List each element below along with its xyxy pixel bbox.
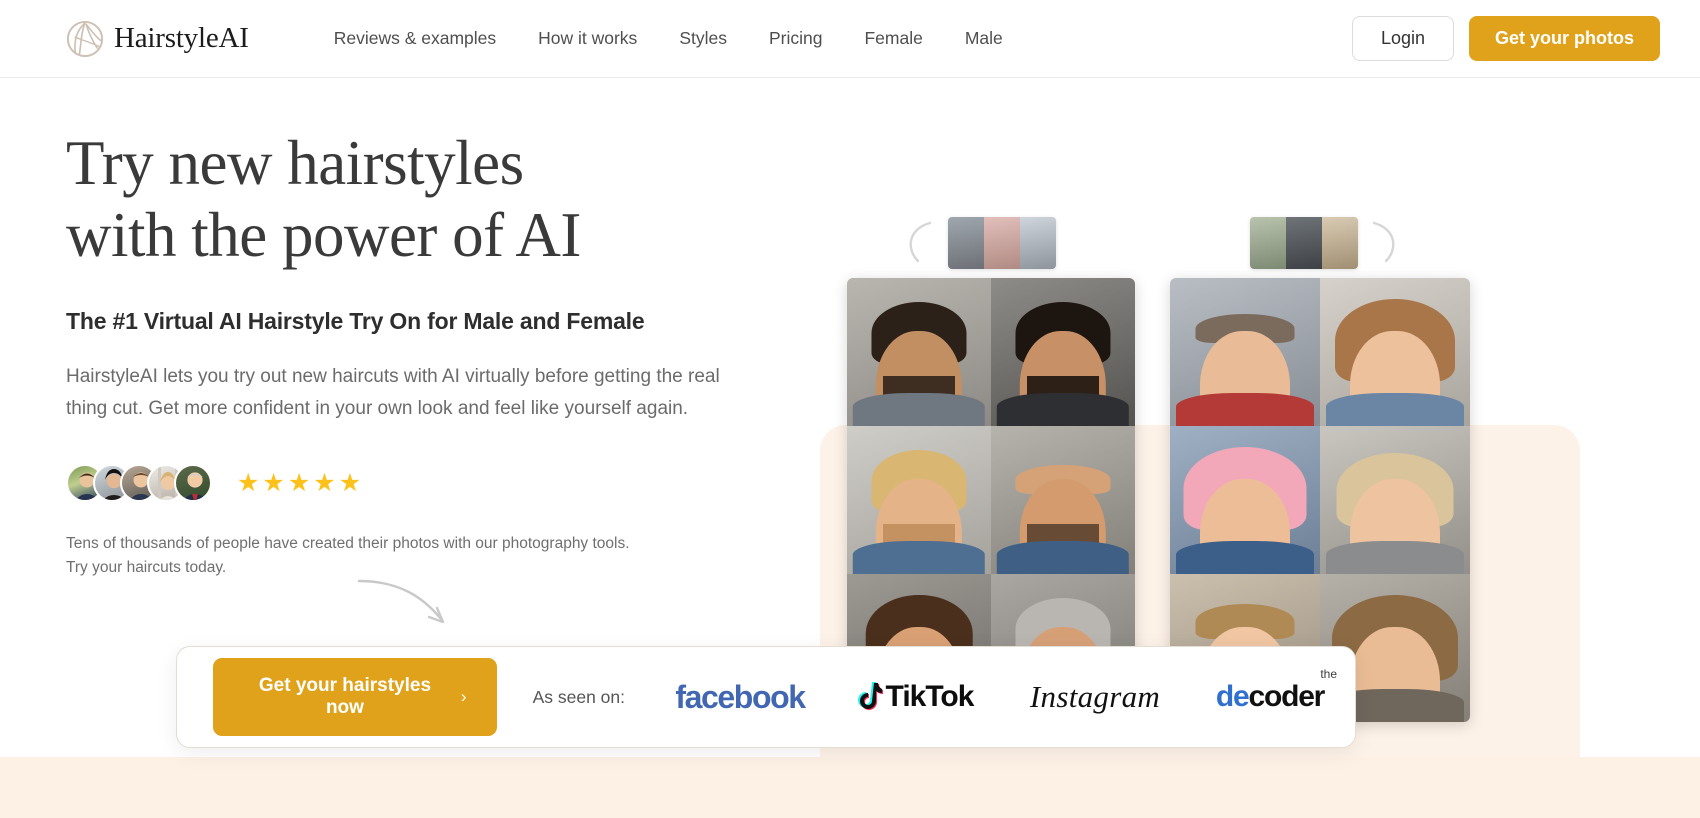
star-icon: ★ xyxy=(313,468,336,497)
nav-item-reviews[interactable]: Reviews & examples xyxy=(313,20,517,57)
brand-logo[interactable]: HairstyleAI xyxy=(66,20,249,58)
press-logos: facebook TikTok Instagram the decoder xyxy=(655,667,1355,716)
thumbnail xyxy=(1020,217,1056,269)
hero-subheadline: The #1 Virtual AI Hairstyle Try On for M… xyxy=(66,307,645,334)
hairstyle-circle-logo-icon xyxy=(66,20,104,58)
curved-arrow-icon xyxy=(355,575,465,630)
hero-text-column: Try new hairstyles with the power of AI … xyxy=(66,128,826,579)
rating-stars: ★ ★ ★ ★ ★ xyxy=(237,468,362,497)
star-icon: ★ xyxy=(338,468,362,497)
chevron-right-icon: › xyxy=(460,687,467,706)
header-actions: Login Get your photos xyxy=(1351,16,1660,61)
headline-line-1: Try new hairstyles xyxy=(66,128,524,198)
hero-body-text: HairstyleAI lets you try out new haircut… xyxy=(66,365,720,420)
female-source-thumbnails xyxy=(1250,217,1358,269)
thumbnail xyxy=(1286,217,1322,269)
headline-line-2: with the power of AI xyxy=(66,199,581,270)
landing-page: HairstyleAI Reviews & examples How it wo… xyxy=(0,0,1700,818)
decoder-the-label: the xyxy=(1320,667,1337,681)
result-photo xyxy=(1170,426,1320,574)
login-button[interactable]: Login xyxy=(1351,16,1454,61)
the-decoder-logo: the decoder xyxy=(1185,667,1355,714)
nav-item-male[interactable]: Male xyxy=(944,20,1024,57)
result-photo xyxy=(847,278,991,426)
arc-arrow-left-icon xyxy=(898,219,936,270)
result-photo xyxy=(847,426,991,574)
as-seen-on-label: As seen on: xyxy=(532,686,625,707)
avatar-stack xyxy=(66,464,212,503)
page-title: Try new hairstyles with the power of AI xyxy=(66,128,826,272)
result-photo xyxy=(991,426,1135,574)
social-proof: ★ ★ ★ ★ ★ xyxy=(66,464,826,503)
get-your-hairstyles-now-button[interactable]: Get your hairstyles now › xyxy=(213,658,497,736)
tiktok-logo: TikTok xyxy=(825,680,1005,714)
result-photo xyxy=(1170,278,1320,426)
instagram-logo: Instagram xyxy=(1005,679,1185,715)
thumbnail xyxy=(948,217,984,269)
nav-item-styles[interactable]: Styles xyxy=(658,20,748,57)
star-icon: ★ xyxy=(237,468,260,497)
result-photo xyxy=(1320,426,1470,574)
tiktok-logo-text: TikTok xyxy=(885,680,975,713)
site-header: HairstyleAI Reviews & examples How it wo… xyxy=(0,0,1700,78)
facebook-logo: facebook xyxy=(655,679,825,716)
result-photo xyxy=(991,278,1135,426)
male-source-thumbnails xyxy=(948,217,1056,269)
nav-item-female[interactable]: Female xyxy=(843,20,943,57)
arc-arrow-right-icon xyxy=(1368,219,1406,270)
get-your-photos-button[interactable]: Get your photos xyxy=(1469,16,1660,61)
star-icon: ★ xyxy=(287,468,311,497)
hero-fineprint: Tens of thousands of people have created… xyxy=(66,535,630,576)
main-nav: Reviews & examples How it works Styles P… xyxy=(313,20,1024,57)
facebook-logo-text: facebook xyxy=(675,678,806,715)
avatar xyxy=(174,464,212,503)
thumbnail xyxy=(1322,217,1358,269)
cta-button-label: Get your hairstyles now xyxy=(258,675,432,718)
star-icon: ★ xyxy=(262,468,285,497)
thumbnail xyxy=(1250,217,1286,269)
result-photo xyxy=(1320,278,1470,426)
peach-footer-band xyxy=(0,757,1700,818)
nav-item-how-it-works[interactable]: How it works xyxy=(517,20,658,57)
music-note-icon xyxy=(857,681,883,713)
thumbnail xyxy=(984,217,1020,269)
decoder-suffix: coder xyxy=(1248,680,1325,713)
nav-item-pricing[interactable]: Pricing xyxy=(748,20,844,57)
brand-name: HairstyleAI xyxy=(114,22,249,54)
instagram-logo-text: Instagram xyxy=(1029,679,1161,714)
bottom-cta-bar: Get your hairstyles now › As seen on: fa… xyxy=(176,646,1356,748)
decoder-prefix: de xyxy=(1215,680,1250,713)
